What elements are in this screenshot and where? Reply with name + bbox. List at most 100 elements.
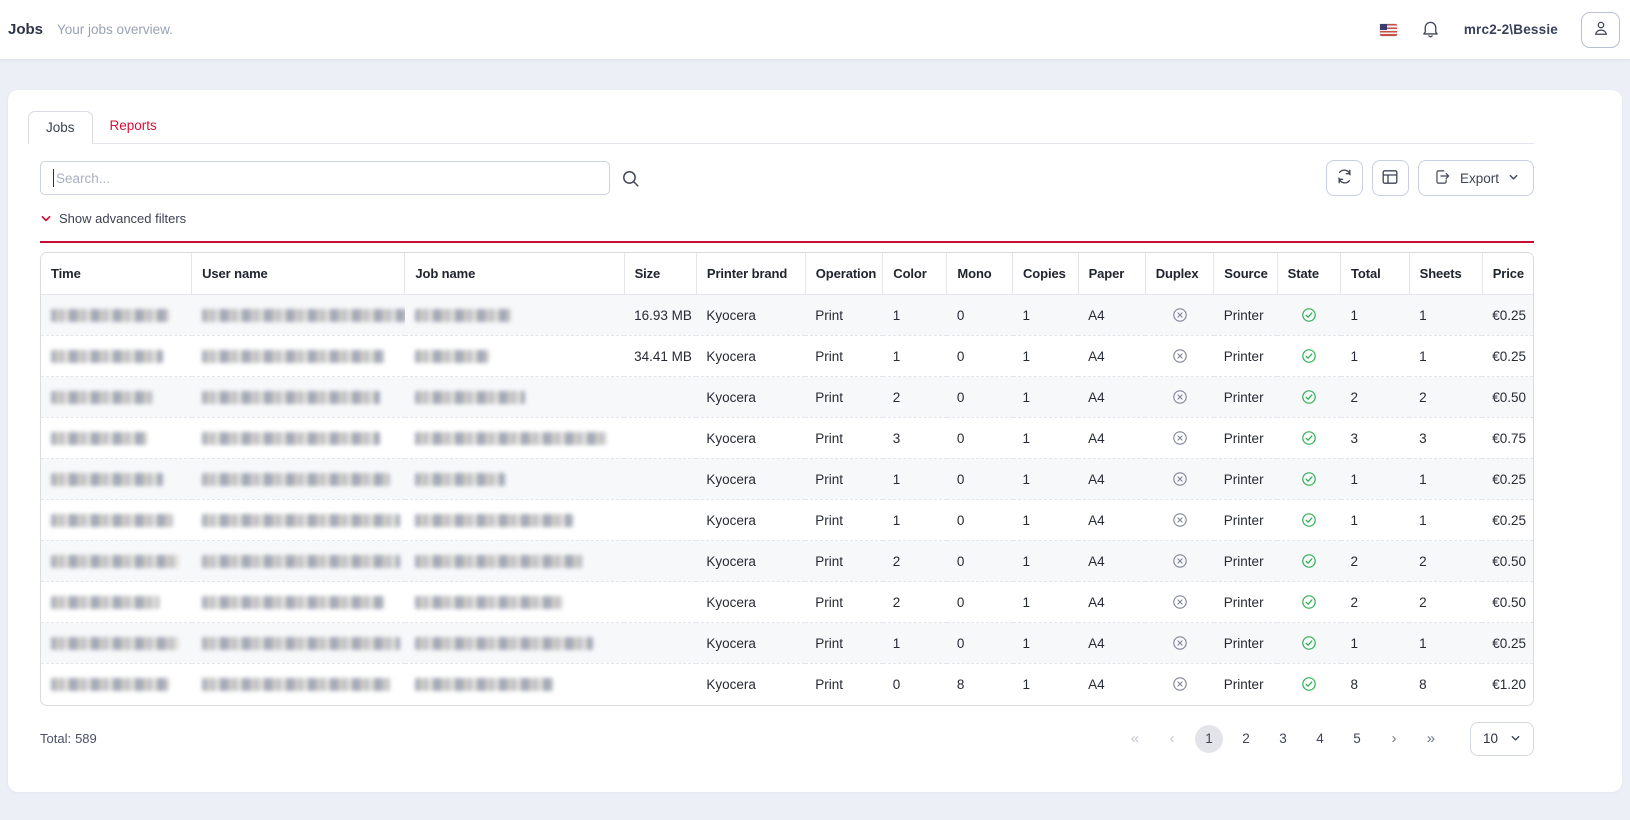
column-header-user-name[interactable]: User name — [192, 253, 405, 295]
cell-time — [41, 664, 192, 705]
redacted-text — [202, 596, 384, 609]
page-button-1[interactable]: 1 — [1195, 725, 1223, 753]
state-success-icon — [1301, 430, 1317, 446]
column-header-color[interactable]: Color — [883, 253, 947, 295]
cell-paper: A4 — [1078, 336, 1145, 377]
cell-printer-brand: Kyocera — [696, 623, 805, 664]
redacted-text — [415, 555, 583, 568]
cell-operation: Print — [805, 295, 883, 336]
redacted-text — [202, 391, 380, 404]
refresh-button[interactable] — [1326, 160, 1363, 196]
first-page-button[interactable]: « — [1121, 725, 1149, 753]
cell-sheets: 1 — [1409, 623, 1482, 664]
next-page-button[interactable]: › — [1380, 725, 1408, 753]
columns-button[interactable] — [1372, 160, 1409, 196]
state-success-icon — [1301, 676, 1317, 692]
advanced-filters-toggle[interactable]: Show advanced filters — [40, 211, 186, 226]
column-header-operation[interactable]: Operation — [805, 253, 883, 295]
page-button-2[interactable]: 2 — [1232, 725, 1260, 753]
page-size-select[interactable]: 10 — [1470, 722, 1534, 756]
cell-duplex — [1145, 377, 1214, 418]
table-row[interactable]: KyoceraPrint201A4Printer22€0.50 — [41, 582, 1533, 623]
cell-color: 2 — [883, 582, 947, 623]
previous-page-button[interactable]: ‹ — [1158, 725, 1186, 753]
cell-price: €0.25 — [1482, 459, 1533, 500]
cell-mono: 0 — [947, 582, 1013, 623]
table-actions: Export — [1326, 160, 1534, 196]
cell-operation: Print — [805, 500, 883, 541]
column-header-printer-brand[interactable]: Printer brand — [696, 253, 805, 295]
table-footer: Total: 589 «‹12345›»10 — [40, 722, 1534, 756]
cell-printer-brand: Kyocera — [696, 582, 805, 623]
cell-source: Printer — [1214, 623, 1277, 664]
table-row[interactable]: KyoceraPrint301A4Printer33€0.75 — [41, 418, 1533, 459]
cell-source: Printer — [1214, 377, 1277, 418]
cell-copies: 1 — [1013, 582, 1079, 623]
us-flag-icon[interactable] — [1380, 24, 1397, 36]
cell-paper: A4 — [1078, 418, 1145, 459]
table-row[interactable]: KyoceraPrint201A4Printer22€0.50 — [41, 541, 1533, 582]
cell-printer-brand: Kyocera — [696, 295, 805, 336]
cell-color: 2 — [883, 377, 947, 418]
state-success-icon — [1301, 553, 1317, 569]
column-header-state[interactable]: State — [1277, 253, 1340, 295]
column-header-time[interactable]: Time — [41, 253, 192, 295]
page-button-3[interactable]: 3 — [1269, 725, 1297, 753]
cell-state — [1277, 500, 1340, 541]
column-header-mono[interactable]: Mono — [947, 253, 1013, 295]
cell-sheets: 2 — [1409, 377, 1482, 418]
column-header-source[interactable]: Source — [1214, 253, 1277, 295]
cell-size — [624, 664, 696, 705]
search-input[interactable] — [40, 161, 610, 195]
chevron-down-icon — [1510, 733, 1521, 744]
cell-state — [1277, 623, 1340, 664]
total-label: Total: — [40, 731, 71, 746]
chevron-down-red-icon — [40, 213, 52, 225]
redacted-text — [415, 432, 607, 445]
column-header-size[interactable]: Size — [624, 253, 696, 295]
cell-mono: 8 — [947, 664, 1013, 705]
table-row[interactable]: KyoceraPrint201A4Printer22€0.50 — [41, 377, 1533, 418]
page-button-4[interactable]: 4 — [1306, 725, 1334, 753]
cell-operation: Print — [805, 459, 883, 500]
column-header-total[interactable]: Total — [1341, 253, 1410, 295]
redacted-text — [202, 637, 400, 650]
redacted-text — [51, 391, 153, 404]
table-row[interactable]: 16.93 MBKyoceraPrint101A4Printer11€0.25 — [41, 295, 1533, 336]
tab-reports[interactable]: Reports — [93, 110, 174, 143]
cell-sheets: 1 — [1409, 459, 1482, 500]
table-row[interactable]: KyoceraPrint101A4Printer11€0.25 — [41, 500, 1533, 541]
search-icon[interactable] — [620, 168, 641, 189]
column-header-duplex[interactable]: Duplex — [1145, 253, 1214, 295]
cell-job-name — [405, 418, 624, 459]
table-row[interactable]: KyoceraPrint101A4Printer11€0.25 — [41, 459, 1533, 500]
notifications-button[interactable] — [1420, 18, 1441, 42]
column-header-paper[interactable]: Paper — [1078, 253, 1145, 295]
cell-user-name — [192, 541, 405, 582]
table-row[interactable]: KyoceraPrint081A4Printer88€1.20 — [41, 664, 1533, 705]
cell-state — [1277, 582, 1340, 623]
cell-copies: 1 — [1013, 541, 1079, 582]
column-header-job-name[interactable]: Job name — [405, 253, 624, 295]
cell-size — [624, 377, 696, 418]
tab-jobs[interactable]: Jobs — [28, 111, 93, 144]
last-page-button[interactable]: » — [1417, 725, 1445, 753]
user-menu-button[interactable] — [1581, 12, 1620, 48]
export-button[interactable]: Export — [1418, 160, 1534, 196]
cell-state — [1277, 418, 1340, 459]
table-row[interactable]: 34.41 MBKyoceraPrint101A4Printer11€0.25 — [41, 336, 1533, 377]
redacted-text — [202, 432, 380, 445]
redacted-text — [415, 514, 573, 527]
cell-total: 1 — [1341, 295, 1410, 336]
redacted-text — [51, 678, 169, 691]
duplex-off-icon — [1172, 512, 1188, 528]
cell-source: Printer — [1214, 664, 1277, 705]
page-button-5[interactable]: 5 — [1343, 725, 1371, 753]
table-row[interactable]: KyoceraPrint101A4Printer11€0.25 — [41, 623, 1533, 664]
cell-paper: A4 — [1078, 664, 1145, 705]
cell-size — [624, 582, 696, 623]
column-header-sheets[interactable]: Sheets — [1409, 253, 1482, 295]
redacted-text — [51, 432, 147, 445]
column-header-price[interactable]: Price — [1482, 253, 1533, 295]
column-header-copies[interactable]: Copies — [1013, 253, 1079, 295]
